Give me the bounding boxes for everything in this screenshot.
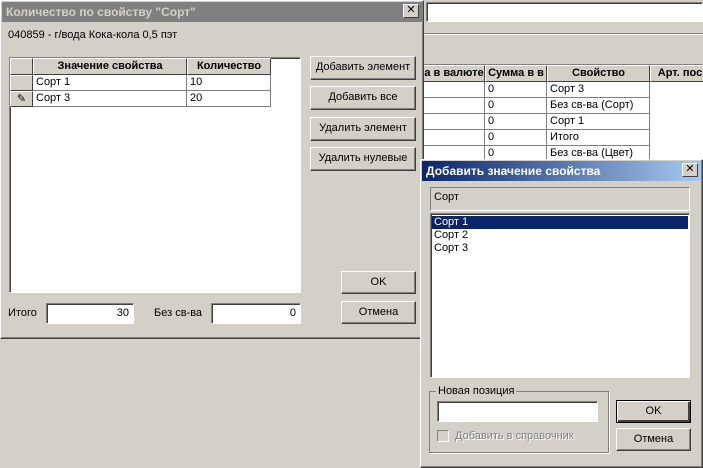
values-list-option[interactable]: Сорт 2 <box>432 229 688 242</box>
bg-cell-sum[interactable]: 0 <box>485 98 547 114</box>
bg-cell-currency[interactable] <box>423 82 485 98</box>
no-prop-label: Без св-ва <box>154 307 203 319</box>
bg-col-article[interactable]: Арт. пос <box>650 65 703 82</box>
row-indicator[interactable]: ✎ <box>10 91 33 107</box>
add-cancel-button[interactable]: Отмена <box>616 428 691 451</box>
bg-cell-currency[interactable] <box>423 130 485 146</box>
background-top-field[interactable] <box>426 2 703 22</box>
cell-value[interactable]: Сорт 3 <box>33 91 187 107</box>
new-position-input[interactable] <box>437 401 598 422</box>
bg-cell-property[interactable]: Без св-ва (Сорт) <box>547 98 650 114</box>
col-header-quantity[interactable]: Количество <box>187 58 271 75</box>
bg-cell-property[interactable]: Сорт 3 <box>547 82 650 98</box>
bg-cell-currency[interactable] <box>423 98 485 114</box>
cell-quantity[interactable]: 20 <box>187 91 271 107</box>
qty-dialog: Количество по свойству "Сорт" ✕ 040859 -… <box>0 0 424 339</box>
bg-col-currency[interactable]: а в валюте <box>423 65 485 82</box>
add-value-dialog: Добавить значение свойства ✕ Сорт Сорт 1… <box>420 159 703 468</box>
property-name: Сорт <box>434 191 459 203</box>
no-prop-value: 0 <box>289 307 296 319</box>
delete-zero-button[interactable]: Удалить нулевые <box>310 147 416 171</box>
total-value: 30 <box>116 307 129 319</box>
pencil-icon: ✎ <box>16 93 27 105</box>
background-divider <box>422 33 703 35</box>
close-icon[interactable]: ✕ <box>403 4 419 18</box>
add-dialog-title: Добавить значение свойства <box>426 164 601 178</box>
cell-quantity[interactable]: 10 <box>187 75 271 91</box>
values-list[interactable]: Сорт 1 Сорт 2 Сорт 3 <box>430 213 690 378</box>
bg-cell-sum[interactable]: 0 <box>485 114 547 130</box>
total-label: Итого <box>8 307 37 319</box>
cell-value[interactable]: Сорт 1 <box>33 75 187 91</box>
cancel-button[interactable]: Отмена <box>341 301 416 324</box>
values-list-option[interactable]: Сорт 3 <box>432 242 688 255</box>
no-prop-field[interactable]: 0 <box>211 303 301 324</box>
qty-dialog-title: Количество по свойству "Сорт" <box>6 5 196 19</box>
col-header-value[interactable]: Значение свойства <box>33 58 187 75</box>
bg-cell-sum[interactable]: 0 <box>485 130 547 146</box>
quantity-grid: Значение свойства Количество Сорт 1 10 ✎… <box>9 57 301 293</box>
grid-corner <box>10 58 33 75</box>
add-element-button[interactable]: Добавить элемент <box>310 56 416 80</box>
background-grid: а в валюте Сумма в в Свойство Арт. пос 0… <box>422 64 703 164</box>
bg-cell-sum[interactable]: 0 <box>485 82 547 98</box>
product-label: 040859 - г/вода Кока-кола 0,5 пэт <box>8 29 178 41</box>
bg-cell-property[interactable]: Сорт 1 <box>547 114 650 130</box>
add-to-catalog-checkbox[interactable] <box>437 430 449 442</box>
values-list-option[interactable]: Сорт 1 <box>432 216 688 229</box>
qty-dialog-titlebar[interactable]: Количество по свойству "Сорт" ✕ <box>2 2 422 22</box>
delete-element-button[interactable]: Удалить элемент <box>310 117 416 141</box>
property-name-panel: Сорт <box>430 187 690 211</box>
bg-cell-property[interactable]: Итого <box>547 130 650 146</box>
add-dialog-titlebar[interactable]: Добавить значение свойства ✕ <box>422 161 701 181</box>
add-all-button[interactable]: Добавить все <box>310 86 416 110</box>
new-position-label: Новая позиция <box>436 385 517 397</box>
bg-col-property[interactable]: Свойство <box>547 65 650 82</box>
bg-col-sum[interactable]: Сумма в в <box>485 65 547 82</box>
values-list-items: Сорт 1 Сорт 2 Сорт 3 <box>432 216 688 255</box>
total-field[interactable]: 30 <box>46 303 134 324</box>
add-ok-button[interactable]: OK <box>616 400 691 423</box>
new-position-group: Новая позиция Добавить в справочник <box>429 385 609 453</box>
close-icon[interactable]: ✕ <box>682 163 698 177</box>
ok-button[interactable]: OK <box>341 271 416 294</box>
bg-cell-currency[interactable] <box>423 114 485 130</box>
row-indicator[interactable] <box>10 75 33 91</box>
add-to-catalog-label: Добавить в справочник <box>455 430 574 442</box>
